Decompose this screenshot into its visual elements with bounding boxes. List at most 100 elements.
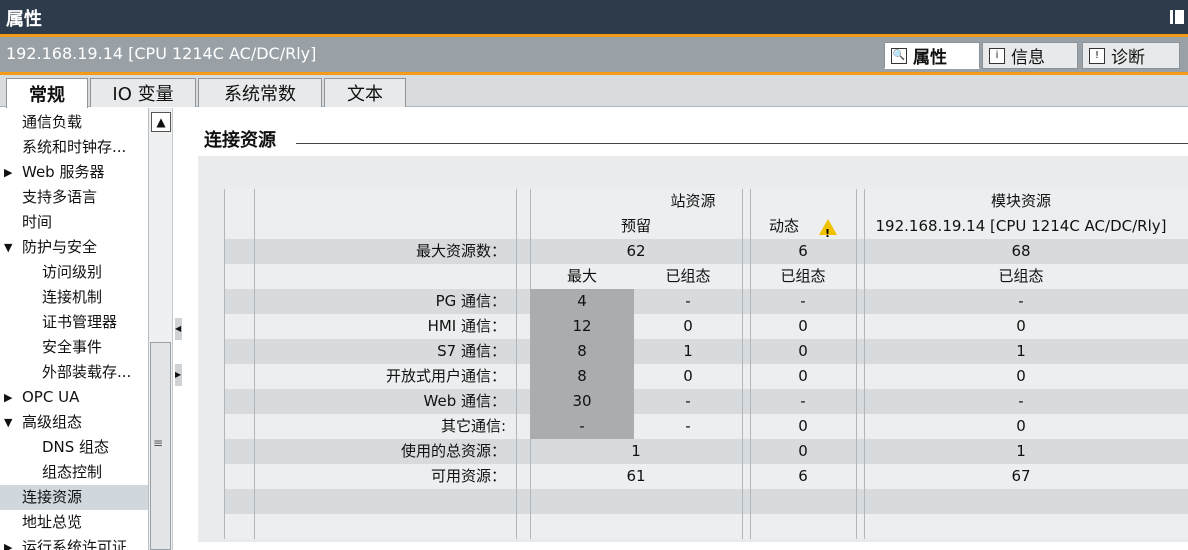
header-station-resources: 站资源 (670, 192, 716, 210)
sidebar-item-label: 时间 (22, 213, 53, 231)
cell-reserved-configured: 0 (683, 317, 693, 335)
diagnostics-icon: ! (1089, 47, 1105, 64)
grid-line (742, 389, 743, 414)
grid-line (516, 239, 517, 264)
sidebar-item[interactable]: ▼ 高级组态 (0, 410, 148, 435)
header-reserved: 预留 (620, 217, 651, 235)
sidebar-item[interactable]: 访问级别 (0, 260, 148, 285)
grid-line (516, 439, 517, 464)
tab-info[interactable]: i 信息 (982, 42, 1078, 69)
grid-line (516, 464, 517, 489)
used-module: 1 (1016, 442, 1026, 460)
sidebar-item[interactable]: 地址总览 (0, 510, 148, 535)
grid-line (856, 364, 857, 389)
grid-line (530, 489, 531, 514)
sidebar-item[interactable]: 组态控制 (0, 460, 148, 485)
grid-line (516, 364, 517, 389)
info-icon: i (989, 47, 1005, 64)
sidebar-item[interactable]: 连接机制 (0, 285, 148, 310)
grip-icon: ≡ (153, 436, 164, 450)
sidebar-item[interactable]: ▶ OPC UA (0, 385, 148, 410)
grid-line (224, 464, 225, 489)
nav-scrollbar[interactable]: ▲ ≡ (148, 108, 172, 550)
grid-line (516, 289, 517, 314)
sidebar-nav: 通信负载 系统和时钟存... ▶ Web 服务器 支持多语言 时间 ▼ 防护与安全 访问级别 连接… (0, 108, 148, 550)
window-title: 属性 (6, 9, 42, 30)
grid-line (856, 264, 857, 289)
tab-texts[interactable]: 文本 (324, 78, 406, 107)
expand-right-icon[interactable]: ▶ (175, 364, 182, 386)
table-row: 预留 动态! 192.168.19.14 [CPU 1214C AC/DC/Rly] (224, 214, 1188, 240)
row-label: PG 通信： (435, 292, 506, 310)
sidebar-item[interactable]: 连接资源 (0, 485, 148, 510)
collapse-icon[interactable]: ▼ (4, 235, 12, 260)
sidebar-item-label: 系统和时钟存... (22, 138, 127, 156)
tab-properties[interactable]: 🔍 属性 (884, 42, 980, 69)
cell-reserved-configured: - (685, 292, 691, 310)
collapse-icon[interactable]: ▼ (4, 410, 12, 435)
grid-line (224, 314, 225, 339)
subheader-max: 最大 (566, 267, 597, 285)
grid-line (856, 189, 857, 214)
grid-line (224, 389, 225, 414)
cell-max: 12 (530, 314, 634, 339)
sidebar-item-label: 运行系统许可证 (22, 538, 128, 550)
row-label: 开放式用户通信： (385, 367, 506, 385)
expand-icon[interactable]: ▶ (4, 535, 12, 550)
sidebar-item-label: 防护与安全 (22, 238, 98, 256)
sidebar-item[interactable]: DNS 组态 (0, 435, 148, 460)
collapse-left-icon[interactable]: ◀ (175, 318, 182, 340)
grid-line (742, 214, 743, 239)
pin-icon[interactable] (1170, 10, 1184, 24)
table-row: 使用的总资源： 1 0 1 (224, 439, 1188, 464)
sidebar-item-label: 支持多语言 (22, 188, 98, 206)
scroll-up-icon[interactable]: ▲ (151, 112, 171, 132)
tab-system-constants[interactable]: 系统常数 (198, 78, 322, 107)
expand-icon[interactable]: ▶ (4, 385, 12, 410)
warning-icon: ! (819, 218, 837, 240)
grid-line (750, 514, 751, 539)
tab-diagnostics[interactable]: ! 诊断 (1082, 42, 1180, 69)
avail-dynamic: 6 (798, 467, 808, 485)
row-label: 其它通信: (440, 417, 506, 435)
sidebar-item[interactable]: 安全事件 (0, 335, 148, 360)
splitter[interactable]: ◀ ▶ (172, 108, 184, 550)
sidebar-item[interactable]: ▶ 运行系统许可证 (0, 535, 148, 550)
cell-module-configured: 0 (1016, 367, 1026, 385)
row-label: 最大资源数： (415, 242, 506, 260)
grid-line (516, 414, 517, 439)
sidebar-item[interactable]: 系统和时钟存... (0, 135, 148, 160)
sidebar-item[interactable]: 支持多语言 (0, 185, 148, 210)
grid-line (516, 389, 517, 414)
sidebar-item[interactable]: ▶ Web 服务器 (0, 160, 148, 185)
sidebar-item[interactable]: 时间 (0, 210, 148, 235)
expand-icon[interactable]: ▶ (4, 160, 12, 185)
cell-reserved-configured: 0 (683, 367, 693, 385)
grid-line (856, 314, 857, 339)
grid-line (254, 489, 255, 514)
sidebar-item[interactable]: 通信负载 (0, 110, 148, 135)
used-dynamic: 0 (798, 442, 808, 460)
device-name: 192.168.19.14 [CPU 1214C AC/DC/Rly] (6, 44, 317, 63)
header-module-name: 192.168.19.14 [CPU 1214C AC/DC/Rly] (875, 217, 1167, 235)
grid-line (742, 464, 743, 489)
sidebar-item[interactable]: ▼ 防护与安全 (0, 235, 148, 260)
grid-line (856, 214, 857, 239)
grid-line (742, 289, 743, 314)
inspector-header: 192.168.19.14 [CPU 1214C AC/DC/Rly] 🔍 属性… (0, 37, 1188, 72)
cell-reserved-configured: 1 (683, 342, 693, 360)
table-row: HMI 通信： 12 0 0 0 (224, 314, 1188, 339)
row-label: 使用的总资源： (400, 442, 506, 460)
cell-module-configured: - (1018, 292, 1024, 310)
row-label: S7 通信： (437, 342, 506, 360)
tab-io-tags[interactable]: IO 变量 (90, 78, 196, 107)
grid-line (516, 314, 517, 339)
tab-general[interactable]: 常规 (6, 78, 88, 108)
grid-line (224, 339, 225, 364)
cell-reserved-configured: - (685, 417, 691, 435)
title-bar: 属性 (0, 0, 1188, 34)
sidebar-item[interactable]: 证书管理器 (0, 310, 148, 335)
sidebar-item[interactable]: 外部装载存... (0, 360, 148, 385)
grid-line (516, 514, 517, 539)
grid-line (224, 264, 225, 289)
